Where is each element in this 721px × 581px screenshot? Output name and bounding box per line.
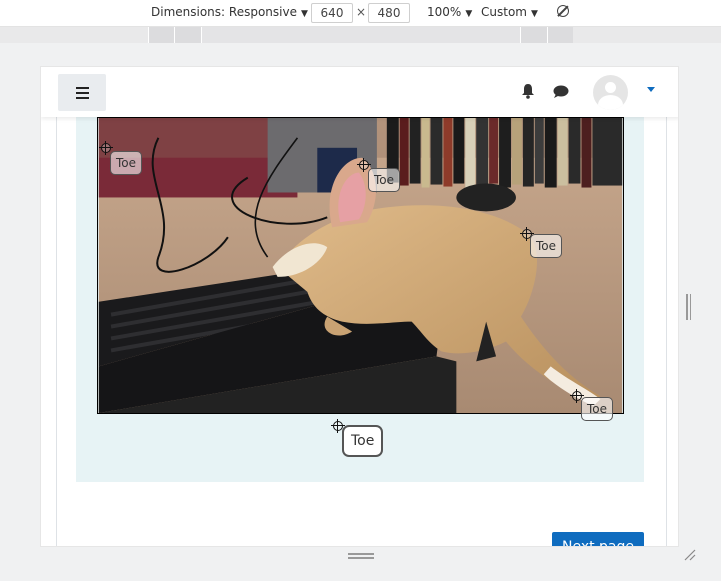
ruler-segment[interactable] [201,27,520,43]
zoom-label: 100% [427,5,462,19]
avatar-head [605,82,616,93]
next-page-button[interactable]: Next page [552,532,644,546]
throttle-label: Custom [481,5,527,19]
caret-down-icon: ▼ [465,9,473,19]
avatar[interactable] [593,75,628,110]
rotate-icon[interactable] [557,5,569,17]
resize-corner-icon[interactable] [684,549,696,561]
zoom-dropdown[interactable]: 100% ▼ [427,5,472,19]
handle-line [686,294,688,320]
navbar [41,67,678,117]
dimensions-label: Dimensions: Responsive [151,5,297,19]
ruler-segment[interactable] [547,27,573,43]
caret-down-icon: ▼ [300,9,308,19]
crosshair-icon [357,158,371,172]
marker-label: Toe [581,397,614,421]
bottom-resize-handle[interactable] [348,553,374,559]
ruler-segment[interactable] [174,27,201,43]
width-input[interactable]: 640 [311,3,353,23]
throttle-dropdown[interactable]: Custom ▼ [481,5,538,19]
handle-line [348,557,374,559]
side-resize-handle[interactable] [686,294,692,320]
avatar-body [598,95,623,110]
media-query-ruler [0,27,721,43]
handle-line [689,294,691,320]
marker-label: Toe [368,168,401,192]
caret-down-icon[interactable] [647,87,655,92]
bell-icon[interactable] [521,83,535,99]
handle-line [348,553,374,555]
page-viewport: Toe Toe Toe Toe Toe Next page [40,66,679,547]
times-separator: × [356,5,367,19]
height-input[interactable]: 480 [368,3,410,23]
devtools-toolbar: Dimensions: Responsive ▼ 640 × 480 100% ▼ … [0,0,721,27]
drag-item-label: Toe [342,425,384,457]
dimensions-dropdown[interactable]: Dimensions: Responsive ▼ [151,5,308,19]
marker-label: Toe [530,234,563,258]
crosshair-icon [99,141,113,155]
menu-icon [76,97,89,99]
menu-icon [76,87,89,89]
chat-icon[interactable] [553,85,569,99]
ruler-segment[interactable] [148,27,174,43]
menu-button[interactable] [58,74,106,111]
caret-down-icon: ▼ [530,9,538,19]
menu-icon [76,92,89,94]
marker-label: Toe [110,151,143,175]
ruler-segment[interactable] [520,27,547,43]
